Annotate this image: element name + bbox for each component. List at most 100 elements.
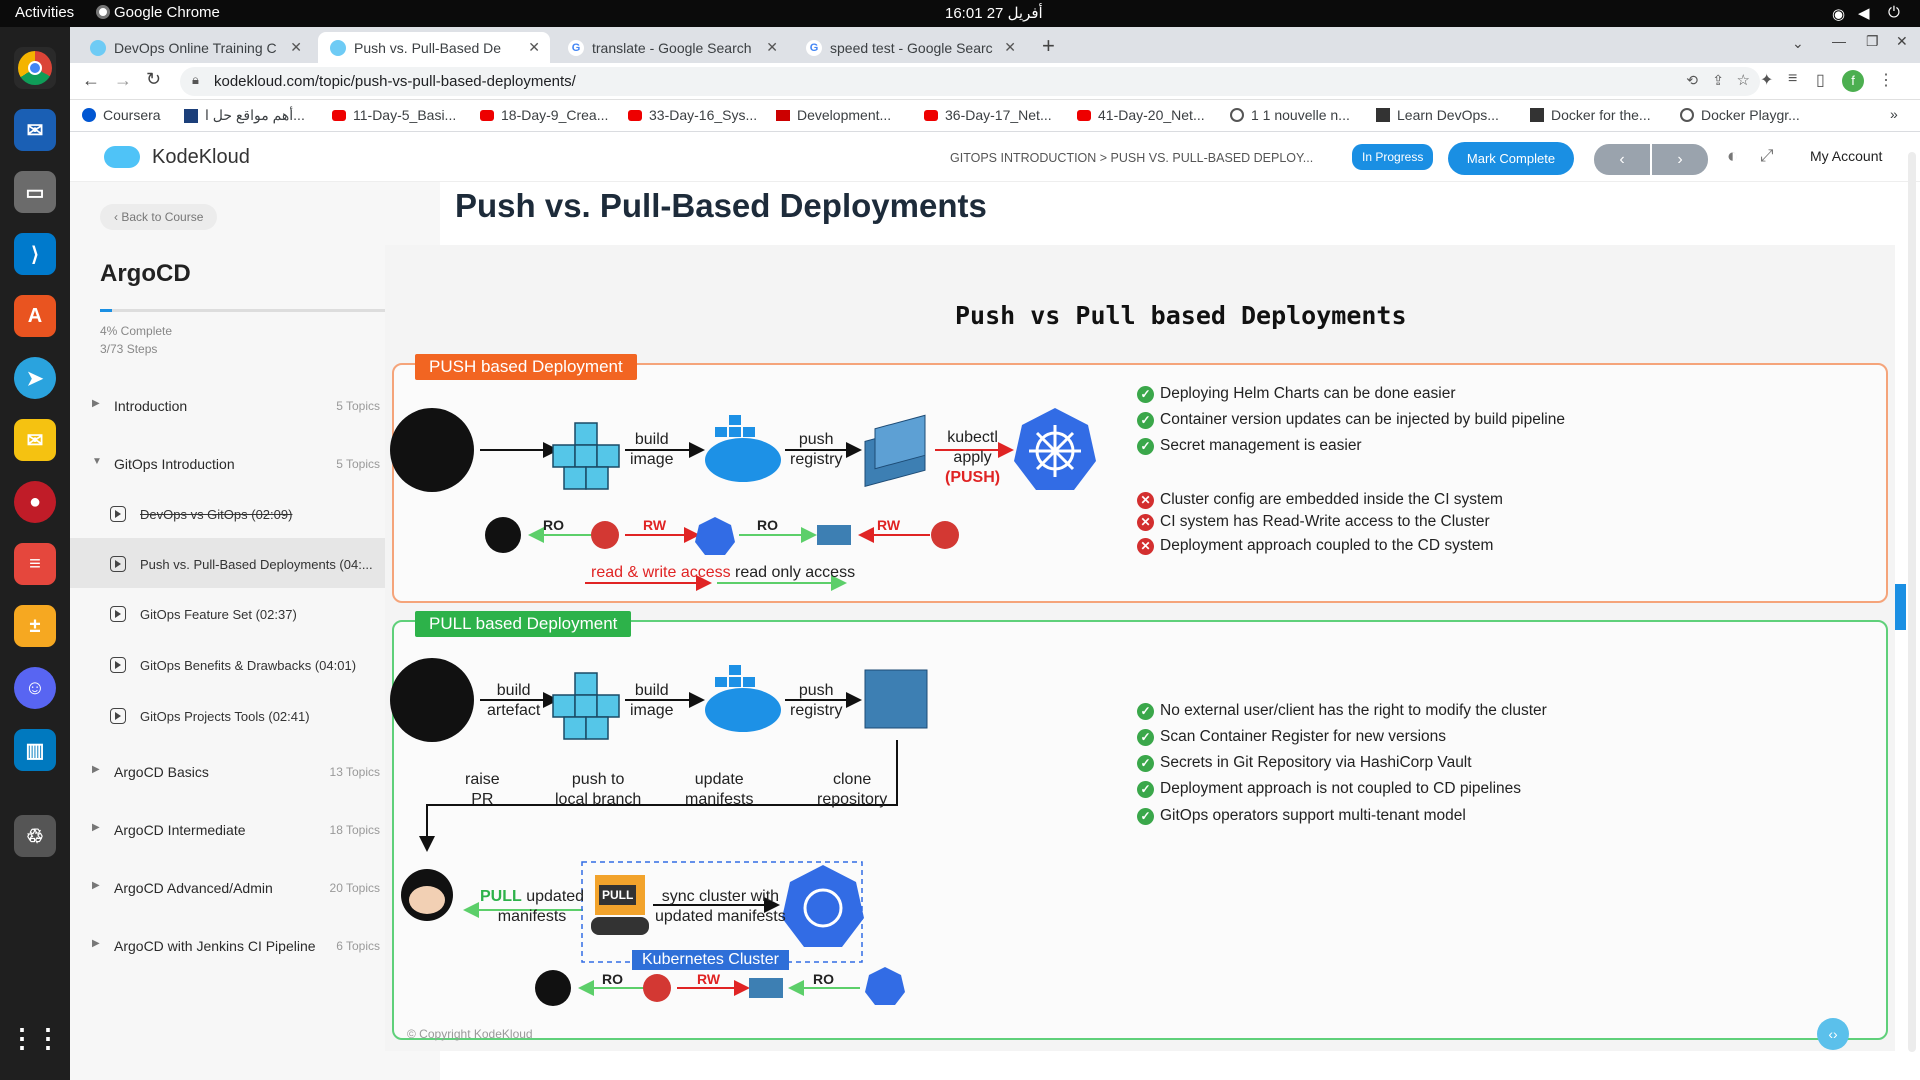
recorder-icon[interactable]: ● [14,481,56,523]
url-text: kodekloud.com/topic/push-vs-pull-based-d… [214,73,576,90]
forward-icon[interactable]: → [114,70,132,91]
bookmark-development[interactable]: Development... [776,107,891,123]
push-con-3: ✕ Deployment approach coupled to the CD s… [1137,537,1493,555]
back-icon[interactable]: ← [82,70,100,91]
label-build-image: build image [630,682,674,719]
push-con-1: ✕ Cluster config are embedded inside the … [1137,491,1503,509]
github-icon [485,517,521,553]
scrollbar[interactable] [1908,152,1916,1052]
tab-translate[interactable]: G translate - Google Search ✕ [556,32,788,63]
profile-avatar[interactable]: f [1842,70,1864,92]
close-icon[interactable]: ✕ [766,39,778,56]
close-window-button[interactable]: ✕ [1896,33,1908,50]
bookmark-learn-devops[interactable]: Learn DevOps... [1376,107,1499,123]
label-rw: RW [697,971,721,987]
pull-pro-1: ✓ No external user/client has the right t… [1137,702,1547,720]
push-con-2: ✕ CI system has Read-Write access to the … [1137,513,1490,531]
youtube-icon [628,109,642,121]
translate-icon[interactable]: ⟲ [1686,72,1698,89]
site-header: KodeKloud GITOPS INTRODUCTION > PUSH VS.… [70,132,1920,182]
activities-button[interactable]: Activities [15,4,74,21]
brand-name[interactable]: KodeKloud [152,146,250,169]
kodekloud-logo-icon[interactable] [104,146,140,168]
power-icon[interactable]: ⏻ [1888,4,1900,21]
legend-rw: read & write access [591,564,731,581]
label-kubectl: kubectl apply (PUSH) [945,429,1001,486]
telegram-icon[interactable]: ➤ [14,357,56,399]
extensions-icon[interactable]: ✦ [1760,70,1773,90]
wifi-icon[interactable]: ◉ [1832,5,1845,23]
chrome-icon[interactable] [14,47,56,89]
pull-pro-4: ✓ Deployment approach is not coupled to C… [1137,780,1521,798]
todo-icon[interactable]: ≡ [14,543,56,585]
fullscreen-icon[interactable]: ⤢ [1760,146,1774,166]
files-icon[interactable]: ▭ [14,171,56,213]
label-sync: sync cluster with updated manifests [655,888,786,925]
course-title: ArgoCD [100,260,191,287]
jenkins-icon [931,521,959,549]
os-top-bar: Activities Google Chrome 16:01 27 أفريل … [0,0,1920,27]
bookmark-docker-playground[interactable]: Docker Playgr... [1680,107,1800,123]
discord-icon[interactable]: ☺ [14,667,56,709]
label-build: build image [630,431,674,468]
my-account-link[interactable]: My Account [1810,148,1882,164]
close-icon[interactable]: ✕ [290,39,302,56]
tab-devops-training[interactable]: DevOps Online Training C ✕ [78,32,312,63]
github-icon [535,970,571,1006]
tab-speed-test[interactable]: G speed test - Google Searc ✕ [794,32,1026,63]
google-icon: G [568,39,584,56]
share-icon[interactable]: ⇪ [1712,72,1724,89]
collapse-icon: ▼ [92,456,102,467]
bookmark-youtube[interactable]: 36-Day-17_Net... [924,107,1052,123]
volume-icon[interactable]: ◀ [1858,4,1870,22]
percent-complete: 4% Complete [100,324,173,338]
tab-push-vs-pull[interactable]: Push vs. Pull-Based De ✕ [318,32,550,63]
build-cubes-icon [552,422,620,490]
clock[interactable]: 16:01 27 أفريل [945,4,1043,22]
breadcrumb[interactable]: GITOPS INTRODUCTION > PUSH VS. PULL-BASE… [950,151,1313,165]
app-center-icon[interactable]: A [14,295,56,337]
more-bookmarks-icon[interactable]: » [1890,106,1898,122]
status-badge: In Progress [1352,144,1434,170]
bookmark-youtube[interactable]: 18-Day-9_Crea... [480,107,608,123]
bookmark-star-icon[interactable]: ☆ [1737,71,1750,89]
reading-list-icon[interactable]: ≡ [1788,70,1797,88]
tab-title: Push vs. Pull-Based De [354,39,502,56]
tab-strip: DevOps Online Training C ✕ Push vs. Pull-… [70,27,1920,63]
mail-icon[interactable]: ✉ [14,419,56,461]
maximize-button[interactable]: ❐ [1866,33,1879,50]
next-lesson-button[interactable]: › [1652,144,1708,175]
thunderbird-icon[interactable]: ✉ [14,109,56,151]
label-raise-pr: raise PR [465,771,500,808]
label-rw: RW [877,517,901,533]
mark-complete-button[interactable]: Mark Complete [1448,142,1574,175]
back-to-course-button[interactable]: ‹ Back to Course [100,204,218,230]
bookmark-nouvelle[interactable]: 1 1 nouvelle n... [1230,107,1350,123]
code-toggle-icon[interactable]: ‹› [1817,1018,1849,1050]
previous-lesson-button[interactable]: ‹ [1594,144,1650,175]
bookmark-arabic[interactable]: أهم مواقع حل ا... [184,107,305,124]
bookmark-youtube[interactable]: 41-Day-20_Net... [1077,107,1205,123]
close-icon[interactable]: ✕ [1004,39,1016,56]
minimize-button[interactable]: — [1832,33,1846,49]
vscode-icon[interactable]: ⟩ [14,233,56,275]
new-tab-button[interactable]: + [1042,33,1055,59]
dark-mode-icon[interactable]: ◐ [1727,146,1738,168]
address-bar[interactable]: 🔒︎ kodekloud.com/topic/push-vs-pull-base… [180,67,1760,96]
menu-icon[interactable]: ⋮ [1878,70,1894,90]
trello-icon[interactable]: ▥ [14,729,56,771]
bookmark-youtube[interactable]: 33-Day-16_Sys... [628,107,757,123]
side-panel-icon[interactable]: ▯ [1816,70,1825,90]
close-icon[interactable]: ✕ [528,39,540,56]
bookmark-youtube[interactable]: 11-Day-5_Basi... [332,107,456,123]
reload-icon[interactable]: ↻ [146,69,161,90]
robot-label: PULL [599,885,637,905]
tab-search-icon[interactable]: ⌄ [1792,35,1804,52]
trash-icon[interactable]: ♲ [14,815,56,857]
calculator-icon[interactable]: ± [14,605,56,647]
app-name[interactable]: Google Chrome [114,4,220,21]
bookmark-docker[interactable]: Docker for the... [1530,107,1651,123]
bookmark-coursera[interactable]: Coursera [82,107,161,123]
show-apps-icon[interactable]: ⋮⋮ [9,1017,61,1059]
registry-icon [864,669,928,729]
